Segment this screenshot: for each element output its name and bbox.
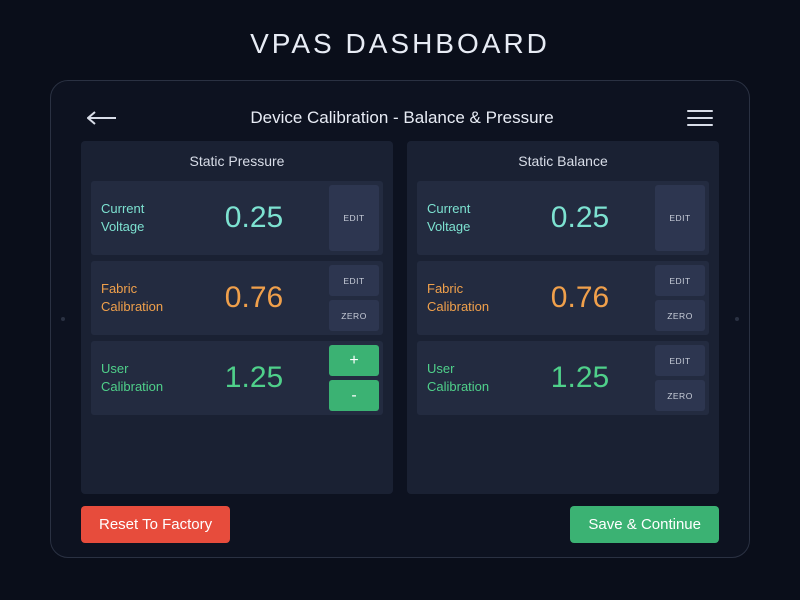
decrement-button[interactable]: - (329, 380, 379, 411)
row-current-voltage: Current Voltage 0.25 EDIT (417, 181, 709, 255)
edit-button[interactable]: EDIT (329, 185, 379, 251)
zero-button[interactable]: ZERO (655, 380, 705, 411)
row-user-calibration: User Calibration 1.25 EDIT ZERO (417, 341, 709, 415)
row-fabric-calibration: Fabric Calibration 0.76 EDIT ZERO (417, 261, 709, 335)
row-current-voltage: Current Voltage 0.25 EDIT (91, 181, 383, 255)
tablet-frame: Device Calibration - Balance & Pressure … (50, 80, 750, 558)
page-title: VPAS DASHBOARD (250, 28, 550, 60)
screen-title: Device Calibration - Balance & Pressure (250, 108, 553, 128)
row-label: Current Voltage (91, 181, 179, 255)
back-arrow-icon[interactable] (87, 108, 117, 128)
row-label: User Calibration (417, 341, 505, 415)
row-label: User Calibration (91, 341, 179, 415)
row-value: 1.25 (505, 341, 655, 415)
menu-icon[interactable] (687, 110, 713, 126)
row-value: 0.76 (505, 261, 655, 335)
edit-button[interactable]: EDIT (655, 265, 705, 296)
panels-container: Static Pressure Current Voltage 0.25 EDI… (81, 141, 719, 494)
topbar: Device Calibration - Balance & Pressure (81, 95, 719, 141)
increment-button[interactable]: + (329, 345, 379, 376)
edit-button[interactable]: EDIT (655, 185, 705, 251)
row-label: Current Voltage (417, 181, 505, 255)
edit-button[interactable]: EDIT (329, 265, 379, 296)
row-label: Fabric Calibration (417, 261, 505, 335)
row-user-calibration: User Calibration 1.25 + - (91, 341, 383, 415)
zero-button[interactable]: ZERO (329, 300, 379, 331)
footer: Reset To Factory Save & Continue (81, 506, 719, 543)
panel-static-balance: Static Balance Current Voltage 0.25 EDIT… (407, 141, 719, 494)
panel-title: Static Balance (417, 153, 709, 169)
reset-to-factory-button[interactable]: Reset To Factory (81, 506, 230, 543)
row-value: 0.76 (179, 261, 329, 335)
save-and-continue-button[interactable]: Save & Continue (570, 506, 719, 543)
row-label: Fabric Calibration (91, 261, 179, 335)
row-value: 1.25 (179, 341, 329, 415)
row-value: 0.25 (179, 181, 329, 255)
panel-static-pressure: Static Pressure Current Voltage 0.25 EDI… (81, 141, 393, 494)
row-fabric-calibration: Fabric Calibration 0.76 EDIT ZERO (91, 261, 383, 335)
edit-button[interactable]: EDIT (655, 345, 705, 376)
panel-title: Static Pressure (91, 153, 383, 169)
row-value: 0.25 (505, 181, 655, 255)
zero-button[interactable]: ZERO (655, 300, 705, 331)
